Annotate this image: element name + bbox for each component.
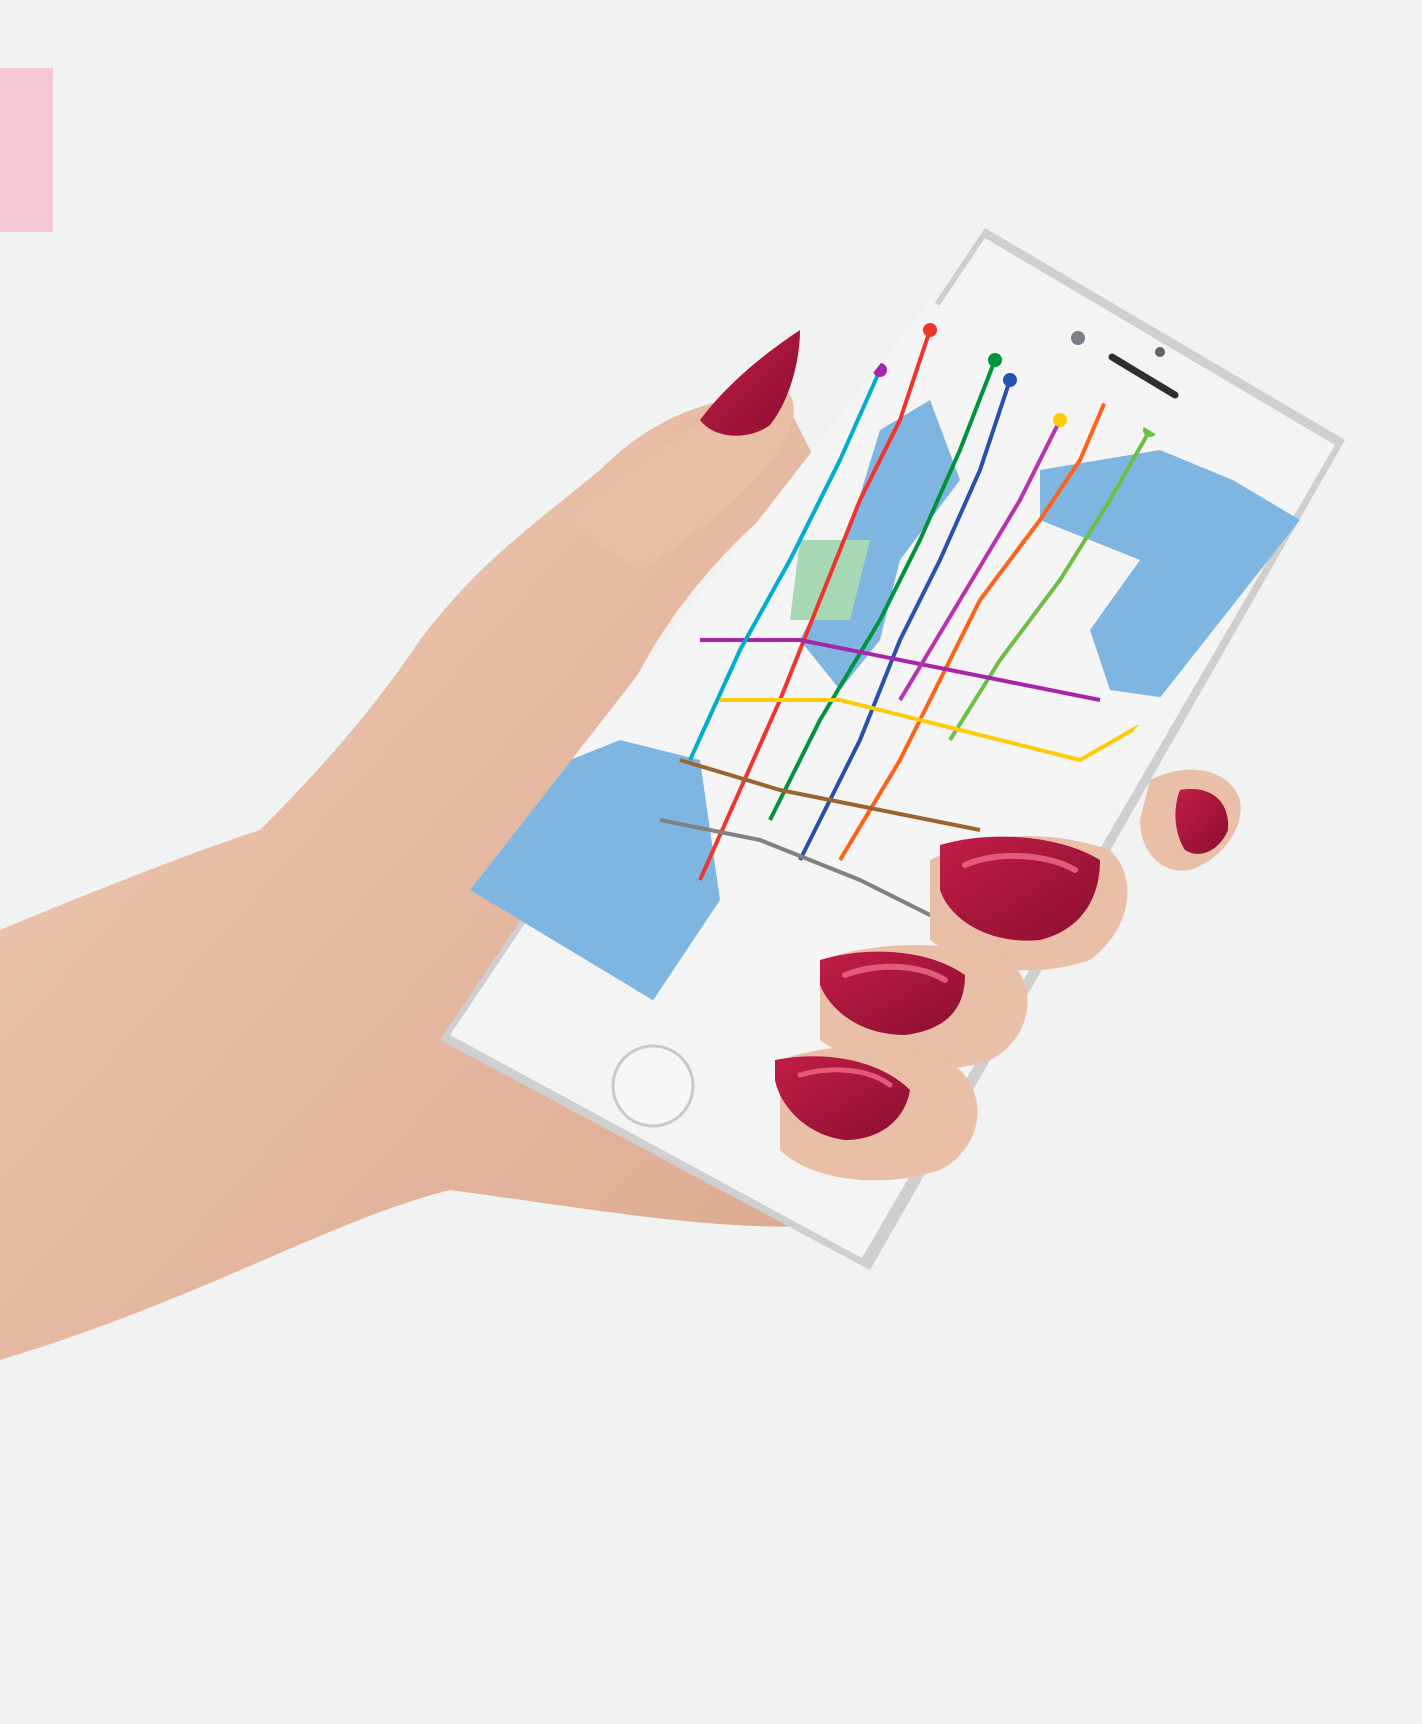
line-terminal-marker	[1003, 373, 1017, 387]
line-terminal-marker	[873, 363, 887, 377]
front-camera	[1071, 331, 1085, 345]
line-terminal-marker	[988, 353, 1002, 367]
home-button[interactable]	[611, 1044, 695, 1128]
photo-scene	[0, 228, 1345, 1360]
sensor	[1155, 347, 1165, 357]
line-terminal-marker	[1053, 413, 1067, 427]
line-terminal-marker	[923, 323, 937, 337]
